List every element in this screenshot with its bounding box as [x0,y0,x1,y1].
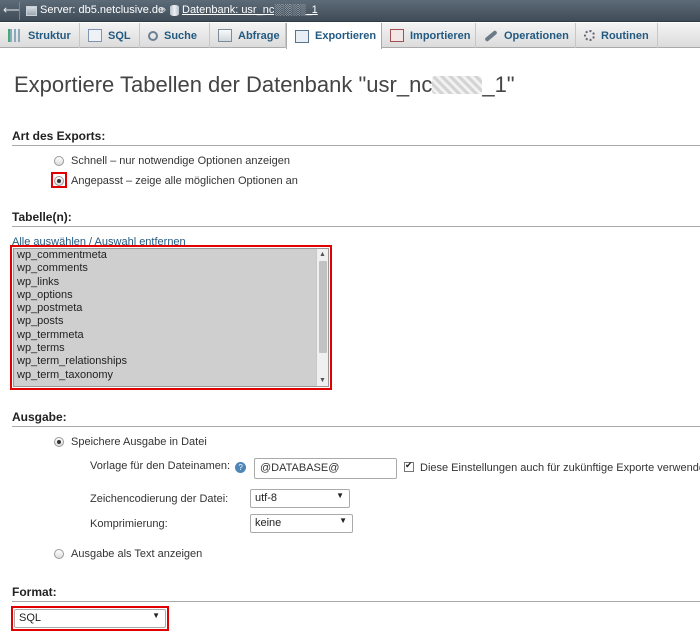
structure-icon [8,29,22,42]
help-icon[interactable]: ? [235,462,247,473]
tab-operationen[interactable]: Operationen [476,23,576,48]
export-type-heading: Art des Exports: [12,129,700,146]
redacted-text [432,76,483,94]
radio-label: Speichere Ausgabe in Datei [71,436,207,448]
tab-label: Suche [164,29,198,42]
radio-label: Ausgabe als Text anzeigen [71,548,203,560]
tab-bar: Struktur SQL Suche Abfrage Exportieren I… [0,23,700,49]
page-title-prefix: Exportiere Tabellen der Datenbank "usr_n… [14,72,433,97]
database-icon [170,5,179,16]
divider [19,2,20,20]
tab-label: Importieren [410,29,471,42]
compression-value: keine [255,517,282,529]
tab-routinen[interactable]: Routinen [576,23,658,48]
charset-value: utf-8 [255,492,278,504]
filename-label-text: Vorlage für den Dateinamen: [90,460,231,472]
export-icon [295,29,309,43]
charset-select[interactable]: utf-8 ▼ [250,489,350,508]
collapse-arrow-icon[interactable]: ⟵ [3,3,20,17]
search-icon [148,30,158,41]
breadcrumb-server-label: Server: db5.netclusive.de [40,4,165,16]
remember-settings[interactable]: Diese Einstellungen auch für zukünftige … [404,460,700,474]
breadcrumb-database[interactable]: Datenbank: usr_nc░░░░_1 [170,4,318,17]
tab-label: Exportieren [315,30,377,42]
chevron-down-icon: ▼ [339,516,347,525]
compression-select[interactable]: keine ▼ [250,514,353,533]
tab-abfrage[interactable]: Abfrage [210,23,286,48]
tab-exportieren[interactable]: Exportieren [286,23,382,49]
breadcrumb-separator: » [160,4,167,16]
radio-quick-export[interactable]: Schnell – nur notwendige Optionen anzeig… [54,155,290,167]
remember-checkbox[interactable] [404,460,414,472]
tab-label: Routinen [601,29,649,42]
charset-label: Zeichencodierung der Datei: [90,493,229,505]
import-icon [390,29,404,42]
filename-label: Vorlage für den Dateinamen:? [90,460,247,473]
output-heading: Ausgabe: [12,410,700,427]
routines-icon [584,30,595,41]
page-title-suffix: _1" [482,72,515,97]
format-heading: Format: [12,585,700,602]
radio-custom-export[interactable]: Angepasst – zeige alle möglichen Optione… [54,175,298,187]
tab-label: Abfrage [238,29,280,42]
tab-struktur[interactable]: Struktur [0,23,80,48]
breadcrumb-server[interactable]: Server: db5.netclusive.de [26,4,164,17]
server-icon [26,5,37,16]
radio-label: Schnell – nur notwendige Optionen anzeig… [71,155,290,167]
query-icon [218,29,232,42]
tables-heading: Tabelle(n): [12,210,700,227]
radio-label: Angepasst – zeige alle möglichen Optione… [71,175,298,187]
tab-importieren[interactable]: Importieren [382,23,476,48]
radio-button[interactable] [54,549,64,559]
sql-icon [88,29,102,42]
highlight-box [10,245,332,390]
wrench-icon [484,29,498,42]
tab-label: SQL [108,29,131,42]
tab-label: Operationen [504,29,569,42]
tab-sql[interactable]: SQL [80,23,140,48]
highlight-box [51,172,67,188]
page-title: Exportiere Tabellen der Datenbank "usr_n… [14,72,515,98]
radio-save-file[interactable]: Speichere Ausgabe in Datei [54,436,207,448]
top-navigation-bar: ⟵ Server: db5.netclusive.de » Datenbank:… [0,0,700,22]
breadcrumb-database-label: Datenbank: usr_nc░░░░_1 [182,4,318,16]
radio-button[interactable] [54,437,64,447]
tab-suche[interactable]: Suche [140,23,210,48]
radio-button[interactable] [54,156,64,166]
compression-label: Komprimierung: [90,518,168,530]
chevron-down-icon: ▼ [336,491,344,500]
highlight-box [11,606,169,631]
radio-output-text[interactable]: Ausgabe als Text anzeigen [54,548,202,560]
filename-input[interactable]: @DATABASE@ [254,458,397,479]
tab-label: Struktur [28,29,71,42]
remember-label: Diese Einstellungen auch für zukünftige … [420,462,700,474]
